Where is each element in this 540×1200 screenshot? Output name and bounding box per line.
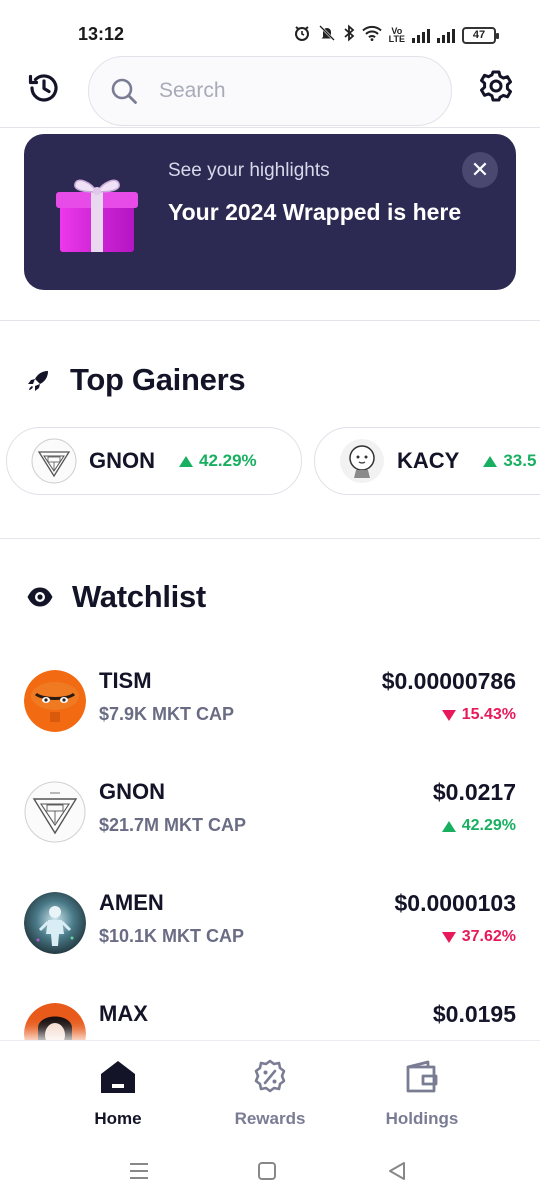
search-icon [109, 76, 139, 106]
gift-icon [56, 170, 138, 259]
coin-price: $0.0217 [432, 779, 516, 805]
top-gainers-title: Top Gainers [70, 362, 246, 397]
coin-symbol: MAX [99, 1001, 148, 1026]
down-arrow-icon [441, 709, 456, 721]
battery-icon: 47 [462, 26, 499, 44]
kacy-logo-icon [339, 438, 385, 484]
market-cap: $10.1K MKT CAP [99, 926, 245, 946]
nav-holdings-label: Holdings [385, 1109, 459, 1128]
up-arrow-icon [179, 455, 193, 467]
wallet-icon [406, 1060, 438, 1093]
nav-home[interactable]: Home [58, 1059, 178, 1129]
search-bar[interactable] [88, 56, 452, 126]
rocket-icon [28, 371, 48, 391]
gainer-change-value: 33.5 [503, 451, 537, 470]
price-change-value: 37.62% [461, 928, 516, 945]
volte-icon: Vo LTE [388, 26, 405, 44]
banner-subtitle: See your highlights [168, 160, 330, 181]
top-header [0, 56, 540, 128]
price-change: 37.62% [441, 928, 516, 946]
watchlist-title: Watchlist [72, 579, 206, 614]
close-icon[interactable]: ✕ [462, 152, 498, 188]
gainer-change-value: 42.29% [199, 451, 257, 470]
watchlist-heading: Watchlist [26, 579, 206, 615]
mute-icon [318, 24, 336, 46]
tism-logo-icon [24, 670, 86, 732]
home-icon [101, 1061, 135, 1093]
amen-logo-icon [24, 892, 86, 954]
up-arrow-icon [441, 820, 456, 832]
wifi-icon [361, 25, 382, 45]
gainer-pill-kacy[interactable]: KACY 33.5 [314, 427, 540, 495]
system-navigation-bar [0, 1144, 540, 1200]
nav-rewards[interactable]: Rewards [210, 1059, 330, 1129]
gainer-pill-gnon[interactable]: GNON 42.29% [6, 427, 302, 495]
gnon-logo-icon [24, 781, 86, 843]
coin-symbol: AMEN [99, 890, 164, 915]
section-divider [0, 538, 540, 539]
up-arrow-icon [483, 455, 498, 467]
watchlist-row-amen[interactable]: AMEN $10.1K MKT CAP $0.0000103 37.62% [24, 890, 516, 960]
bluetooth-icon [343, 24, 355, 46]
coin-price: $0.00000786 [381, 668, 516, 694]
watchlist-row-tism[interactable]: TISM $7.9K MKT CAP $0.00000786 15.43% [24, 668, 516, 738]
settings-button[interactable] [474, 64, 518, 108]
gear-icon [480, 70, 512, 102]
menu-icon[interactable] [124, 1156, 154, 1186]
coin-symbol: TISM [99, 668, 152, 693]
price-change-value: 42.29% [461, 817, 516, 834]
alarm-icon [293, 24, 311, 46]
top-gainers-carousel[interactable]: GNON 42.29% KACY 33.5 [6, 427, 540, 495]
gnon-logo-icon [31, 438, 77, 484]
coin-price: $0.0000103 [394, 890, 516, 916]
down-arrow-icon [441, 931, 456, 943]
signal-icon-2 [437, 27, 455, 43]
banner-title: Your 2024 Wrapped is here [168, 199, 462, 225]
gainer-symbol: KACY [397, 448, 460, 473]
price-change: 42.29% [441, 817, 516, 835]
rewards-icon [254, 1059, 286, 1093]
gainer-change: 42.29% [179, 451, 257, 471]
status-icons: Vo LTE 47 [293, 24, 499, 46]
section-divider [0, 320, 540, 321]
search-input[interactable] [159, 79, 409, 103]
nav-rewards-label: Rewards [234, 1109, 306, 1128]
price-change: 15.43% [441, 706, 516, 724]
gainer-change: 33.5 [483, 451, 536, 471]
nav-holdings[interactable]: Holdings [362, 1059, 482, 1129]
eye-icon [27, 587, 53, 607]
home-square-icon[interactable] [252, 1156, 282, 1186]
nav-home-label: Home [94, 1109, 142, 1128]
gainer-symbol: GNON [89, 448, 155, 473]
top-gainers-heading: Top Gainers [26, 362, 246, 398]
watchlist-row-gnon[interactable]: GNON $21.7M MKT CAP $0.0217 42.29% [24, 779, 516, 849]
market-cap: $7.9K MKT CAP [99, 704, 235, 724]
wrapped-banner[interactable]: See your highlights Your 2024 Wrapped is… [24, 134, 516, 290]
status-bar: 13:12 Vo LTE 47 [0, 0, 540, 56]
signal-icon-1 [412, 27, 430, 43]
back-triangle-icon[interactable] [382, 1156, 412, 1186]
price-change-value: 15.43% [461, 706, 516, 723]
market-cap: $21.7M MKT CAP [99, 815, 247, 835]
status-time: 13:12 [78, 24, 125, 44]
coin-symbol: GNON [99, 779, 165, 804]
history-icon [28, 74, 58, 102]
bottom-navigation: Home Rewards Holdings [0, 1040, 540, 1144]
history-button[interactable] [22, 66, 66, 110]
coin-price: $0.0195 [432, 1001, 516, 1027]
